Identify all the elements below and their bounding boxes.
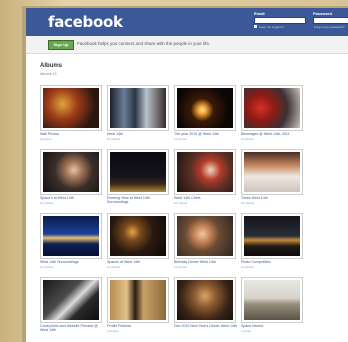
keep-logged-in-checkbox[interactable] bbox=[254, 25, 257, 28]
albums-title: Albums bbox=[40, 63, 63, 69]
facebook-logo[interactable]: facebook bbox=[48, 13, 123, 31]
album-caption[interactable]: Spaces at West 14th bbox=[107, 260, 171, 264]
album-thumbnail[interactable] bbox=[241, 213, 303, 259]
album-count: 11 photos bbox=[241, 137, 254, 141]
album-item[interactable]: Coverphoto and Website Preview @ West 14… bbox=[40, 277, 102, 333]
album-caption[interactable]: Times West 14th bbox=[241, 196, 305, 200]
email-field[interactable] bbox=[254, 17, 306, 24]
album-thumbnail[interactable] bbox=[40, 213, 102, 259]
album-thumbnail[interactable] bbox=[241, 149, 303, 195]
album-count: 11 photos bbox=[241, 265, 254, 269]
album-item[interactable]: Space Interior 1 photo bbox=[241, 277, 303, 333]
album-caption[interactable]: Beverages @ West 14th, 2011 bbox=[241, 132, 305, 136]
album-item[interactable]: Dec 2010 New Year's Dinner West 14th bbox=[174, 277, 238, 333]
password-label: Password bbox=[313, 11, 332, 16]
album-thumbnail[interactable] bbox=[40, 85, 102, 131]
album-count: 10 photos bbox=[107, 137, 121, 141]
top-bar: facebook Email Password Keep me logged i… bbox=[26, 8, 348, 36]
album-thumbnail[interactable] bbox=[241, 85, 303, 131]
album-item[interactable]: Space's at West 14th 10 photos bbox=[40, 149, 102, 205]
album-item[interactable]: Birthday Dinner West 14th 11 photos bbox=[174, 213, 236, 269]
album-item[interactable]: The year 2010 @ West 14th 11 photos bbox=[174, 85, 236, 141]
albums-subtitle: Albums 16 bbox=[40, 72, 57, 76]
album-count: 10 photos bbox=[40, 201, 54, 205]
album-item[interactable]: Times West 14th 10 photos bbox=[241, 149, 303, 205]
album-thumbnail[interactable] bbox=[40, 277, 102, 323]
album-thumbnail[interactable] bbox=[174, 149, 236, 195]
signup-strip: Sign Up Facebook helps you connect and s… bbox=[26, 36, 348, 54]
album-thumbnail[interactable] bbox=[174, 277, 236, 323]
album-item[interactable]: Photo Competition 11 photos bbox=[241, 213, 303, 269]
album-caption[interactable]: Photo Competition bbox=[241, 260, 305, 264]
album-caption[interactable]: West 14th Chefs bbox=[174, 196, 238, 200]
album-thumbnail[interactable] bbox=[107, 85, 169, 131]
album-item[interactable]: West 14th Chefs 10 photos bbox=[174, 149, 236, 205]
album-count: 11 photos bbox=[174, 265, 187, 269]
album-caption[interactable]: The year 2010 @ West 14th bbox=[174, 132, 238, 136]
album-thumbnail[interactable] bbox=[107, 213, 169, 259]
album-item[interactable]: Profile Pictures 4 photos bbox=[107, 277, 169, 333]
album-caption[interactable]: Space's at West 14th bbox=[40, 196, 104, 200]
password-field[interactable] bbox=[313, 17, 348, 24]
album-caption[interactable]: Evening View at West 14th Surroundings bbox=[107, 196, 171, 204]
album-item[interactable]: West 14th 10 photos bbox=[107, 85, 169, 141]
album-item[interactable]: Evening View at West 14th Surroundings bbox=[107, 149, 169, 205]
email-label: Email bbox=[254, 11, 265, 16]
album-item[interactable]: Wall Photos 3 photos bbox=[40, 85, 102, 141]
album-caption[interactable]: Profile Pictures bbox=[107, 324, 171, 328]
keep-logged-in-label: Keep me logged in bbox=[259, 25, 285, 29]
sign-up-button[interactable]: Sign Up bbox=[48, 40, 74, 50]
album-item[interactable]: West 14th Surroundings 11 photos bbox=[40, 213, 102, 269]
album-thumbnail[interactable] bbox=[107, 149, 169, 195]
album-item[interactable]: Beverages @ West 14th, 2011 11 photos bbox=[241, 85, 303, 141]
album-count: 11 photos bbox=[107, 265, 120, 269]
album-thumbnail[interactable] bbox=[174, 213, 236, 259]
facebook-page: facebook Email Password Keep me logged i… bbox=[26, 8, 348, 342]
album-count: 1 photo bbox=[241, 329, 252, 333]
album-caption[interactable]: West 14th bbox=[107, 132, 171, 136]
album-count: 10 photos bbox=[174, 201, 188, 205]
album-count: 11 photos bbox=[174, 137, 187, 141]
album-thumbnail[interactable] bbox=[174, 85, 236, 131]
album-item[interactable]: Spaces at West 14th 11 photos bbox=[107, 213, 169, 269]
signup-text: Facebook helps you connect and share wit… bbox=[77, 41, 211, 46]
album-count: 10 photos bbox=[241, 201, 255, 205]
forgot-password-link[interactable]: Forgot your password? bbox=[314, 25, 345, 29]
album-count: 4 photos bbox=[107, 329, 119, 333]
album-caption[interactable]: Birthday Dinner West 14th bbox=[174, 260, 238, 264]
album-caption[interactable]: West 14th Surroundings bbox=[40, 260, 104, 264]
album-thumbnail[interactable] bbox=[241, 277, 303, 323]
album-caption[interactable]: Wall Photos bbox=[40, 132, 104, 136]
album-caption[interactable]: Coverphoto and Website Preview @ West 14… bbox=[40, 324, 104, 332]
album-count: 11 photos bbox=[40, 265, 53, 269]
album-count: 3 photos bbox=[40, 137, 52, 141]
album-thumbnail[interactable] bbox=[40, 149, 102, 195]
album-caption[interactable]: Space Interior bbox=[241, 324, 305, 328]
album-caption[interactable]: Dec 2010 New Year's Dinner West 14th bbox=[174, 324, 238, 328]
album-thumbnail[interactable] bbox=[107, 277, 169, 323]
